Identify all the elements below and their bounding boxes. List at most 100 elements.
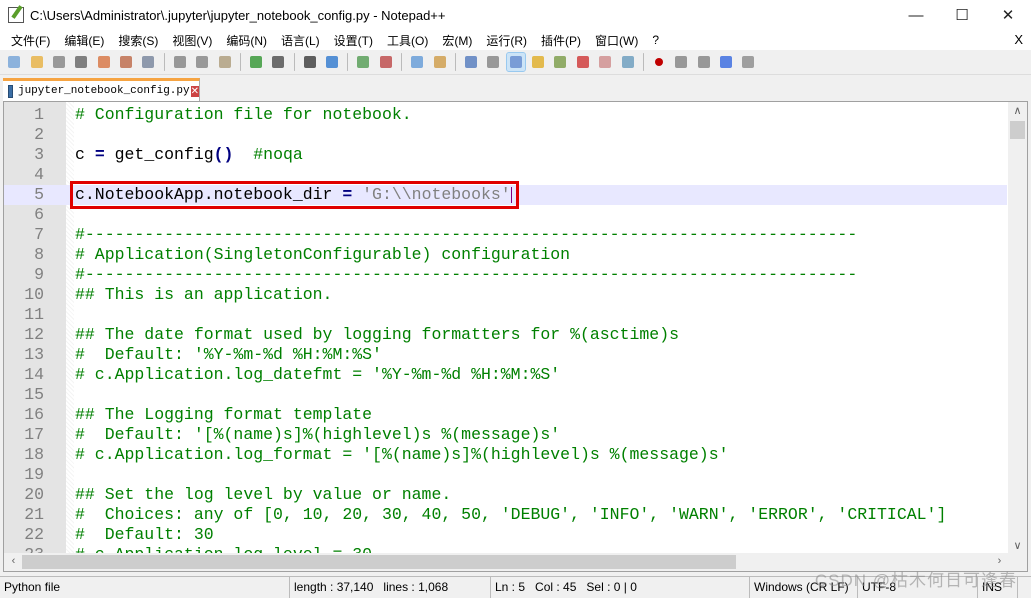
line-number: 22	[24, 525, 44, 544]
status-file-type: Python file	[0, 577, 290, 598]
menu-item-2[interactable]: 搜索(S)	[111, 32, 165, 49]
code-line: 16 ## The Logging format template	[4, 405, 1007, 425]
code-text: #---------------------------------------…	[75, 225, 857, 245]
show-all-chars-icon[interactable]	[484, 53, 502, 71]
code-token: =	[94, 145, 105, 164]
menu-item-0[interactable]: 文件(F)	[4, 32, 57, 49]
line-number: 4	[34, 165, 44, 184]
code-token: # Application(SingletonConfigurable) con…	[75, 245, 571, 264]
zoom-out-icon[interactable]	[377, 53, 395, 71]
menu-item-11[interactable]: 窗口(W)	[588, 32, 645, 49]
code-line: 1 # Configuration file for notebook.	[4, 105, 1007, 125]
find-icon[interactable]	[301, 53, 319, 71]
code-token: # c.Application.log_datefmt = '%Y-%m-%d …	[75, 365, 561, 384]
scroll-up-icon[interactable]: ∧	[1008, 104, 1027, 117]
menu-item-8[interactable]: 宏(M)	[435, 32, 479, 49]
print-icon[interactable]	[139, 53, 157, 71]
line-number: 20	[24, 485, 44, 504]
status-lines-value: lines : 1,068	[383, 580, 449, 594]
word-wrap-icon[interactable]	[462, 53, 480, 71]
vertical-scrollbar[interactable]: ∧ ∨	[1008, 102, 1027, 554]
tab-bar: jupyter_notebook_config.py ✕	[0, 76, 1031, 101]
code-text: ## This is an application.	[75, 285, 332, 305]
code-token: #---------------------------------------…	[75, 225, 858, 244]
code-text: # Configuration file for notebook.	[75, 105, 412, 125]
stop-record-icon[interactable]	[672, 53, 690, 71]
code-line: 3 c = get_config() #noqa	[4, 145, 1007, 165]
title-bar: C:\Users\Administrator\.jupyter\jupyter_…	[0, 0, 1031, 30]
redo-icon[interactable]	[269, 53, 287, 71]
save-icon	[8, 84, 13, 98]
save-icon[interactable]	[50, 53, 68, 71]
minimize-button[interactable]: —	[893, 0, 939, 30]
zoom-in-icon[interactable]	[354, 53, 372, 71]
code-line: 11	[4, 305, 1007, 325]
record-macro-icon[interactable]	[650, 53, 668, 71]
copy-icon[interactable]	[193, 53, 211, 71]
scroll-down-icon[interactable]: ∨	[1008, 539, 1027, 552]
close-document-button[interactable]: X	[1014, 32, 1023, 47]
tab-close-icon[interactable]: ✕	[190, 85, 199, 97]
user-lang-icon[interactable]	[529, 53, 547, 71]
cut-icon[interactable]	[171, 53, 189, 71]
toolbar-separator	[163, 53, 165, 71]
code-text: #---------------------------------------…	[75, 265, 857, 285]
code-text: # Default: '[%(name)s]%(highlevel)s %(me…	[75, 425, 560, 445]
line-number: 17	[24, 425, 44, 444]
tab-jupyter-notebook-config[interactable]: jupyter_notebook_config.py ✕	[3, 78, 200, 101]
menu-item-10[interactable]: 插件(P)	[534, 32, 588, 49]
scroll-left-icon[interactable]: ‹	[4, 555, 23, 567]
vertical-scroll-thumb[interactable]	[1010, 121, 1025, 139]
status-length: length : 37,140 lines : 1,068	[290, 577, 490, 598]
save-macro-icon[interactable]	[739, 53, 757, 71]
play-macro-icon[interactable]	[695, 53, 713, 71]
menu-item-4[interactable]: 编码(N)	[219, 32, 274, 49]
menu-item-12[interactable]: ?	[645, 33, 666, 47]
menu-item-9[interactable]: 运行(R)	[479, 32, 534, 49]
code-line: 12 ## The date format used by logging for…	[4, 325, 1007, 345]
maximize-button[interactable]: ☐	[939, 0, 985, 30]
code-line: 18 # c.Application.log_format = '[%(name)…	[4, 445, 1007, 465]
line-number: 2	[34, 125, 44, 144]
line-number: 10	[24, 285, 44, 304]
open-file-icon[interactable]	[28, 53, 46, 71]
sync-h-icon[interactable]	[431, 53, 449, 71]
status-position: Ln : 5 Col : 45 Sel : 0 | 0	[490, 577, 750, 598]
replace-icon[interactable]	[323, 53, 341, 71]
undo-icon[interactable]	[247, 53, 265, 71]
menu-item-6[interactable]: 设置(T)	[327, 32, 380, 49]
code-token: # Choices: any of [0, 10, 20, 30, 40, 50…	[75, 505, 947, 524]
menu-item-3[interactable]: 视图(V)	[165, 32, 219, 49]
save-all-icon[interactable]	[72, 53, 90, 71]
menu-item-5[interactable]: 语言(L)	[274, 32, 327, 49]
line-number: 19	[24, 465, 44, 484]
close-icon[interactable]	[95, 53, 113, 71]
code-line: 8 # Application(SingletonConfigurable) co…	[4, 245, 1007, 265]
code-text: c = get_config() #noqa	[75, 145, 303, 165]
run-macro-multiple-icon[interactable]	[717, 53, 735, 71]
notepad-plus-plus-icon	[8, 7, 24, 23]
paste-icon[interactable]	[216, 53, 234, 71]
menu-item-7[interactable]: 工具(O)	[380, 32, 435, 49]
code-editor[interactable]: 1 # Configuration file for notebook. 2 3 c =…	[3, 101, 1028, 572]
code-line: 20 ## Set the log level by value or name.	[4, 485, 1007, 505]
close-all-icon[interactable]	[117, 53, 135, 71]
sync-v-icon[interactable]	[408, 53, 426, 71]
monitoring-icon[interactable]	[619, 53, 637, 71]
line-number: 12	[24, 325, 44, 344]
close-button[interactable]: ✕	[985, 0, 1031, 30]
indent-guide-icon[interactable]	[505, 52, 526, 72]
doc-map-icon[interactable]	[551, 53, 569, 71]
folder-workspace-icon[interactable]	[596, 53, 614, 71]
function-list-icon[interactable]	[574, 53, 592, 71]
line-number: 18	[24, 445, 44, 464]
code-token: c	[75, 145, 95, 164]
toolbar-separator	[642, 53, 644, 71]
code-token: ## Set the log level by value or name.	[75, 485, 452, 504]
code-text: # Application(SingletonConfigurable) con…	[75, 245, 570, 265]
new-file-icon[interactable]	[5, 53, 23, 71]
code-line: 21 # Choices: any of [0, 10, 20, 30, 40, …	[4, 505, 1007, 525]
horizontal-scroll-thumb[interactable]	[22, 555, 736, 569]
window-title: C:\Users\Administrator\.jupyter\jupyter_…	[30, 7, 446, 23]
menu-item-1[interactable]: 编辑(E)	[57, 32, 111, 49]
